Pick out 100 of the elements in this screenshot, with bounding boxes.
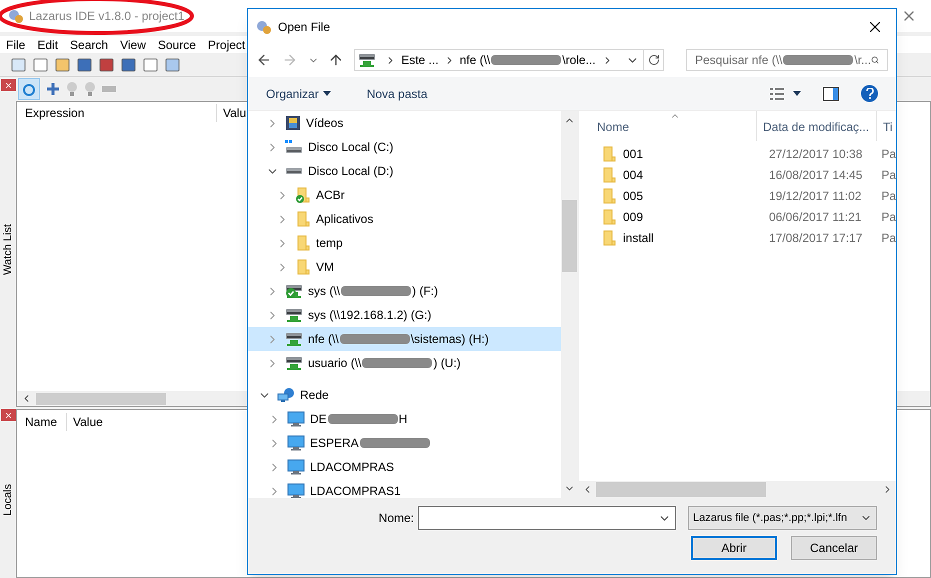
file-name-field[interactable]	[418, 506, 676, 530]
file-row[interactable]: 009 06/06/2017 11:21 Pa	[579, 206, 896, 227]
film-icon	[285, 115, 301, 131]
close-panel-button[interactable]	[0, 409, 16, 421]
tree-item-label: Disco Local (C:)	[308, 139, 394, 156]
file-row[interactable]: 004 16/08/2017 14:45 Pa	[579, 164, 896, 185]
tree-item[interactable]: VM	[248, 255, 561, 279]
file-row[interactable]: 005 19/12/2017 11:02 Pa	[579, 185, 896, 206]
close-panel-button[interactable]	[0, 79, 16, 91]
breadcrumb: \role...	[562, 52, 596, 69]
address-bar[interactable]: Este ... nfe (\\ \role...	[354, 49, 664, 71]
preview-pane-icon[interactable]	[823, 86, 839, 100]
file-type-select[interactable]: Lazarus file (*.pas;*.pp;*.lpi;*.lfn	[688, 506, 877, 530]
file-name: 004	[623, 166, 644, 184]
menu-item[interactable]: Source	[152, 36, 202, 54]
tree-item-label: usuario (\\	[308, 355, 362, 372]
redaction-bar	[783, 55, 854, 65]
close-icon	[4, 410, 12, 420]
bulb-icon[interactable]	[66, 81, 78, 97]
file-type: Pa	[880, 188, 896, 204]
vertical-scrollbar[interactable]	[561, 111, 578, 498]
panel-tab[interactable]: Locals	[0, 484, 16, 516]
file-name: install	[623, 230, 655, 246]
menu-item[interactable]: Search	[64, 36, 114, 54]
file-name: 009	[623, 208, 644, 226]
tree-item[interactable]: Vídeos	[248, 111, 561, 135]
network-drive-icon	[285, 307, 303, 323]
tree-item[interactable]: nfe (\\ \sistemas) (H:)	[248, 327, 561, 351]
tree-item[interactable]: temp	[248, 231, 561, 255]
tree-item[interactable]: sys (\\ ) (F:)	[248, 279, 561, 303]
redaction-bar	[341, 286, 411, 296]
tree-item[interactable]: ESPERA	[248, 431, 561, 455]
tree-item[interactable]: Disco Local (D:)	[248, 159, 561, 183]
network-icon	[277, 387, 295, 403]
redaction-bar	[362, 358, 432, 368]
bulb-icon[interactable]	[84, 81, 96, 97]
organize-menu-button[interactable]: Organizar	[260, 84, 337, 102]
field-label: Nome:	[378, 510, 414, 527]
dialog-button[interactable]: Cancelar	[791, 536, 877, 560]
plus-icon[interactable]	[46, 82, 60, 96]
tree-item-label: Vídeos	[306, 115, 344, 132]
network-drive-icon	[285, 331, 303, 347]
tree-item[interactable]: Aplicativos	[248, 207, 561, 231]
scroll-thumb[interactable]	[36, 392, 166, 404]
tree-item-label: Rede	[300, 387, 329, 404]
menu-item[interactable]: Edit	[31, 36, 64, 54]
file-row[interactable]: install 17/08/2017 17:17 Pa	[579, 227, 896, 248]
question-mark-icon	[866, 88, 874, 99]
scroll-thumb[interactable]	[596, 482, 766, 497]
help-button[interactable]	[861, 85, 878, 102]
column-header[interactable]: Value	[67, 413, 109, 431]
app-logo-icon	[256, 19, 272, 35]
caret-icon[interactable]	[793, 91, 801, 96]
menu-item[interactable]: File	[0, 36, 32, 54]
tree-item[interactable]: LDACOMPRAS1	[248, 479, 561, 498]
tree-item-label: sys (\\	[308, 283, 340, 300]
synced-network-drive-icon	[285, 283, 303, 299]
tree-item[interactable]: sys (\\192.168.1.2) (G:)	[248, 303, 561, 327]
file-type: Pa	[880, 146, 896, 162]
column-header[interactable]: Ti	[877, 111, 893, 141]
breadcrumb: nfe (\\	[460, 52, 490, 69]
tree-item-label: DE	[310, 411, 327, 428]
view-options-icon[interactable]	[769, 86, 785, 100]
file-row[interactable]: 001 27/12/2017 10:38 Pa	[579, 143, 896, 164]
tree-item-label: ESPERA	[310, 435, 359, 452]
new-folder-button[interactable]: Nova pasta	[360, 84, 434, 102]
column-header[interactable]: Name	[17, 413, 67, 431]
panel-tab[interactable]: Watch List	[0, 224, 16, 274]
tree-item-label: \sistemas) (H:)	[410, 331, 489, 348]
refresh-icon[interactable]	[648, 54, 660, 66]
search-placeholder: \r...	[854, 52, 872, 69]
window-title: Lazarus IDE v1.8.0 - project1	[29, 8, 184, 25]
column-header[interactable]: Data de modificaç...	[757, 111, 877, 141]
redaction-bar	[340, 334, 410, 344]
power-icon	[22, 82, 36, 96]
modified-date: 06/06/2017 11:21	[768, 208, 862, 226]
menu-item[interactable]: Project	[202, 36, 252, 54]
search-field[interactable]: Pesquisar nfe (\\ \r...	[686, 49, 888, 71]
tree-item[interactable]: ACBr	[248, 183, 561, 207]
file-type: Pa	[880, 208, 896, 226]
modified-date: 19/12/2017 11:02	[768, 188, 862, 204]
network-drive-icon	[358, 52, 376, 68]
tree-item-label: LDACOMPRAS	[310, 459, 394, 476]
search-placeholder: Pesquisar nfe (\\	[695, 52, 782, 69]
file-name: 001	[623, 146, 644, 162]
scroll-thumb[interactable]	[562, 200, 577, 272]
tree-item[interactable]: LDACOMPRAS	[248, 455, 561, 479]
tree-item[interactable]: Rede	[248, 383, 561, 407]
power-button[interactable]	[18, 78, 40, 100]
horizontal-scrollbar[interactable]	[579, 481, 896, 498]
column-header[interactable]: Nome	[579, 111, 757, 141]
tree-item[interactable]: Disco Local (C:)	[248, 135, 561, 159]
dialog-button[interactable]: Abrir	[691, 536, 777, 560]
tree-item-label: VM	[316, 259, 334, 276]
caret-icon	[322, 91, 331, 96]
search-icon	[871, 54, 879, 66]
tree-item[interactable]: usuario (\\ ) (U:)	[248, 351, 561, 375]
column-header[interactable]: Expression	[17, 104, 217, 122]
menu-item[interactable]: View	[114, 36, 152, 54]
tree-item[interactable]: DE H	[248, 407, 561, 431]
